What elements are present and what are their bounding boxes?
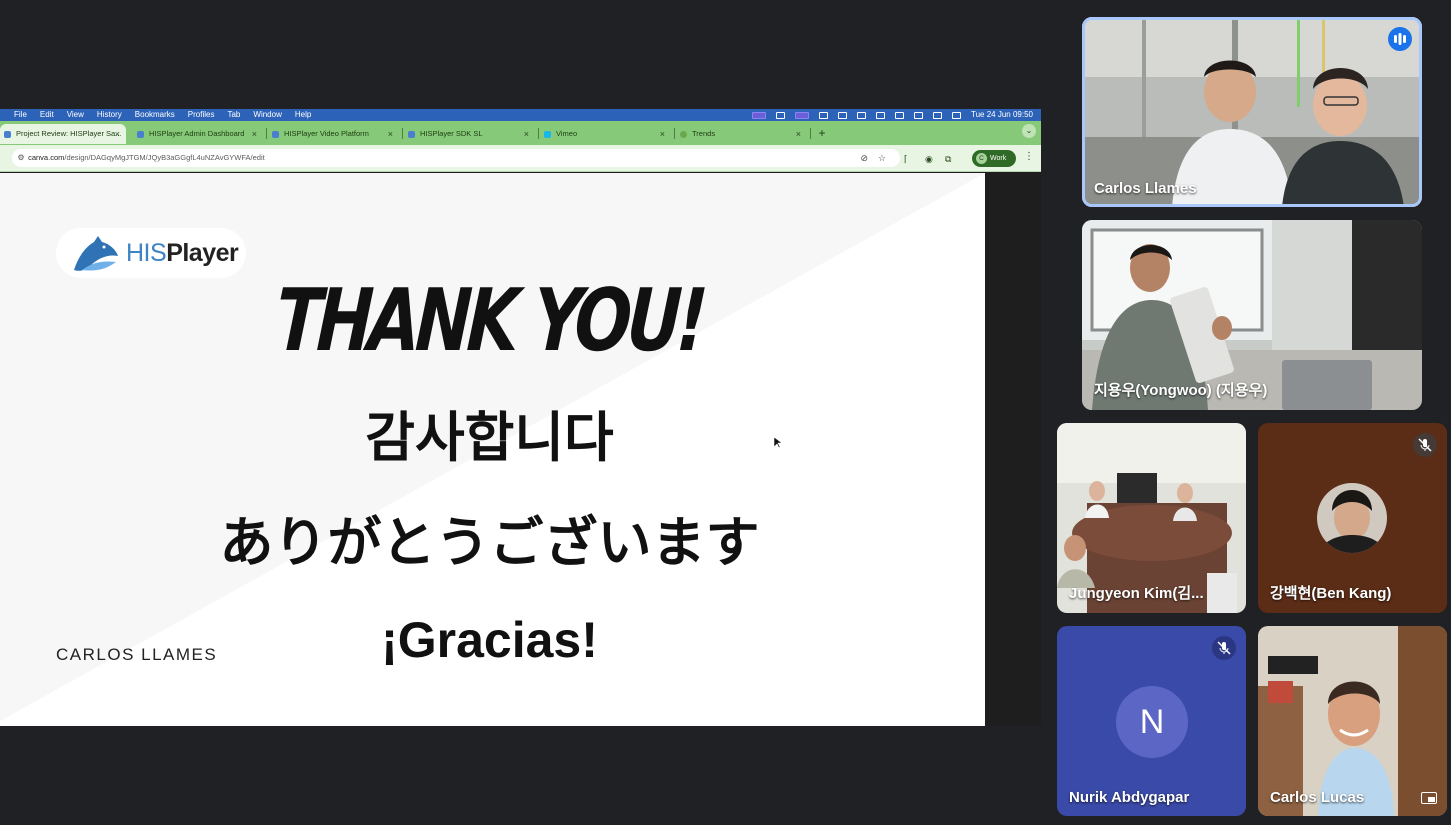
close-icon[interactable]: × [524,124,529,144]
participant-name: 지용우(Yongwoo) (지용우) [1094,382,1268,399]
menubar-clock[interactable]: Tue 24 Jun 09:50 [971,109,1033,121]
mic-muted-icon [1212,636,1236,660]
canva-favicon-icon [4,130,11,138]
screen-share-icon[interactable] [752,111,767,119]
tab-video-platform[interactable]: HISPlayer Video Platform × [268,124,399,144]
menu-view[interactable]: View [67,109,84,121]
menu-file[interactable]: File [14,109,27,121]
tab-divider [674,128,675,139]
tab-divider [402,128,403,139]
password-manager-icon[interactable]: ◉ [925,154,933,165]
participant-tile-yongwoo[interactable]: 지용우(Yongwoo) (지용우) [1082,220,1422,410]
mouse-cursor-icon [774,437,782,449]
camera-blocked-icon[interactable]: ⊘ [860,149,868,167]
macos-menubar: File Edit View History Bookmarks Profile… [0,109,1041,121]
wifi-icon[interactable] [914,111,924,119]
participant-tile-jungyeon-kim[interactable]: Jungyeon Kim(김... [1057,423,1246,613]
menubar-status: Tue 24 Jun 09:50 [752,109,1033,121]
tab-trends[interactable]: Trends × [676,124,807,144]
menu-help[interactable]: Help [295,109,311,121]
tab-search-button[interactable]: ⌄ [1022,124,1036,138]
control-center-icon[interactable] [952,111,962,119]
participant-video [1082,17,1422,207]
volume-icon[interactable] [876,111,886,119]
shared-screen: File Edit View History Bookmarks Profile… [0,109,1041,726]
address-toolbar: ⚙ canva.com/design/DAGqyMgJTGM/JQyB3aGGg… [0,145,1041,172]
window-icon[interactable] [795,111,810,119]
url-domain: canva.com [28,153,65,162]
thank-you-korean: 감사합니다 [365,408,614,468]
mic-muted-icon [1413,433,1437,457]
menu-history[interactable]: History [97,109,122,121]
participant-name: 강백현(Ben Kang) [1270,585,1392,602]
control-icon[interactable] [776,111,786,119]
x-icon[interactable] [838,111,848,119]
presentation-slide: HISPlayer THANK YOU! 감사합니다 ありがとうございます ¡G… [0,173,985,726]
site-info-icon[interactable]: ⚙ [16,149,26,167]
menu-profiles[interactable]: Profiles [188,109,215,121]
tab-divider [810,128,811,139]
address-bar[interactable]: ⚙ canva.com/design/DAGqyMgJTGM/JQyB3aGGg… [12,149,900,167]
profile-button[interactable]: C Work [972,150,1016,167]
logo-text-player: Player [166,239,239,267]
participant-name: Jungyeon Kim(김... [1069,585,1204,602]
participant-video [1258,626,1447,816]
tab-vimeo[interactable]: Vimeo × [540,124,671,144]
keyboard-layout-icon[interactable] [857,111,867,119]
tab-project-review[interactable]: Project Review: HISPlayer Sa... × [0,124,126,144]
close-icon[interactable]: × [252,124,257,144]
menu-apple[interactable] [0,109,6,121]
participant-tile-carlos-lucas[interactable]: Carlos Lucas [1258,626,1447,816]
trends-favicon-icon [680,130,687,138]
hisplayer-favicon-icon [408,130,415,138]
close-icon[interactable]: × [660,124,665,144]
menu-edit[interactable]: Edit [40,109,54,121]
participant-tile-carlos-llames[interactable]: Carlos Llames [1082,17,1422,207]
vimeo-favicon-icon [544,130,551,138]
url-path: /design/DAGqyMgJTGM/JQyB3aGGgfL4uNZAvGYW… [64,153,265,162]
close-icon[interactable]: × [796,124,801,144]
hisplayer-favicon-icon [272,130,279,138]
logo-text-his: HIS [126,239,167,267]
thank-you-japanese: ありがとうございます [219,513,760,573]
browser-tab-bar: Project Review: HISPlayer Sa... × HISPla… [0,121,1041,145]
more-menu-icon[interactable]: ⋮ [1024,151,1034,162]
tab-divider [266,128,267,139]
menu-bookmarks[interactable]: Bookmarks [135,109,175,121]
extension-icon[interactable]: ⌈ [904,154,908,165]
presenter-name: CARLOS LLAMES [56,645,218,664]
profile-avatar: C [976,152,987,164]
participant-initial-avatar: N [1116,686,1188,758]
participant-name: Carlos Llames [1094,180,1197,197]
menu-window[interactable]: Window [253,109,281,121]
search-icon[interactable] [933,111,943,119]
participant-name: Nurik Abdygapar [1069,789,1190,806]
menu-tab[interactable]: Tab [227,109,240,121]
thank-you-english: THANK YOU! [273,271,706,371]
tab-divider [538,128,539,139]
battery-icon[interactable] [895,111,905,119]
participant-tile-nurik-abdygapar[interactable]: N Nurik Abdygapar [1057,626,1246,816]
tab-sdk-sl[interactable]: HISPlayer SDK SL × [404,124,535,144]
hisplayer-favicon-icon [137,130,144,138]
participant-name: Carlos Lucas [1270,789,1365,806]
display-icon[interactable] [819,111,829,119]
new-tab-button[interactable]: + [816,121,828,145]
close-icon[interactable]: × [388,124,393,144]
tab-admin-dashboard[interactable]: HISPlayer Admin Dashboard × [133,124,263,144]
participant-tile-ben-kang[interactable]: 강백현(Ben Kang) [1258,423,1447,613]
bookmark-star-icon[interactable]: ☆ [878,149,886,167]
extensions-puzzle-icon[interactable]: ⧉ [945,154,951,165]
pip-icon[interactable] [1421,792,1437,804]
speaking-indicator-icon [1388,27,1412,51]
close-icon[interactable]: × [115,124,120,144]
